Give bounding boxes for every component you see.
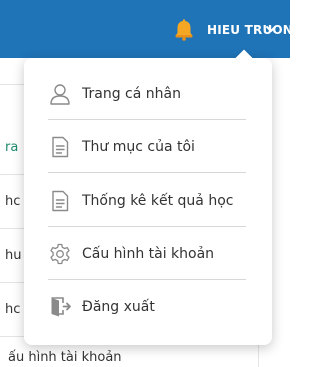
- gear-icon: [50, 243, 70, 265]
- menu-item-label: Thư mục của tôi: [82, 139, 195, 155]
- document-icon: [52, 136, 69, 158]
- menu-item-logout[interactable]: Đăng xuất: [24, 281, 272, 333]
- logout-icon: [51, 297, 71, 317]
- menu-item-my-folder[interactable]: Thư mục của tôi: [24, 121, 272, 173]
- menu-divider: [48, 119, 246, 120]
- user-menu-toggle[interactable]: HIEU TRUONG: [207, 23, 303, 37]
- user-dropdown-menu: Trang cá nhân Thư mục của tôi Thống kê k…: [24, 58, 272, 345]
- menu-item-label: Đăng xuất: [82, 299, 155, 315]
- chevron-down-icon[interactable]: [266, 25, 276, 33]
- background-nav-label: hc: [5, 302, 21, 317]
- document-icon: [52, 190, 69, 212]
- menu-item-label: Trang cá nhân: [82, 86, 181, 102]
- menu-item-learning-stats[interactable]: Thống kê kết quả học: [24, 175, 272, 227]
- menu-item-account-settings[interactable]: Cấu hình tài khoản: [24, 228, 272, 280]
- background-nav-label: hc: [5, 194, 21, 209]
- menu-item-label: Thống kê kết quả học: [82, 193, 234, 209]
- background-nav-label: hu: [5, 248, 22, 263]
- menu-divider: [48, 226, 246, 227]
- background-nav-item-settings[interactable]: ấu hình tài khoản: [8, 350, 122, 365]
- menu-divider: [48, 279, 246, 280]
- top-bar: HIEU TRUONG: [0, 0, 303, 58]
- user-icon: [50, 84, 70, 105]
- bell-icon[interactable]: [174, 19, 194, 41]
- background-nav-label: ra: [5, 140, 19, 155]
- menu-item-label: Cấu hình tài khoản: [82, 246, 215, 262]
- menu-item-profile[interactable]: Trang cá nhân: [24, 68, 272, 120]
- menu-divider: [48, 172, 246, 173]
